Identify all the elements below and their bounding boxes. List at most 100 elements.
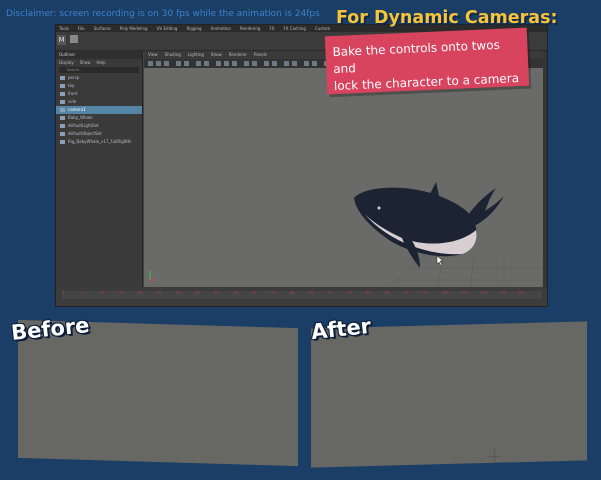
set-icon bbox=[60, 124, 65, 128]
whale-model[interactable] bbox=[354, 182, 504, 268]
menu-item[interactable]: Poly Modeling bbox=[120, 26, 148, 31]
outliner-menu: Display Show Help bbox=[56, 59, 142, 66]
viewport-menu-show[interactable]: Show bbox=[211, 51, 222, 59]
crosshair-icon bbox=[494, 449, 495, 463]
outliner-menu-display[interactable]: Display bbox=[59, 59, 74, 66]
outliner-item[interactable]: persp bbox=[56, 74, 142, 82]
outliner-panel: Outliner Display Show Help Search... per… bbox=[56, 51, 143, 287]
toolbar-icon[interactable] bbox=[196, 61, 201, 66]
outliner-item[interactable]: Rig_BabyWhale_v17_FullRigWhi bbox=[56, 138, 142, 146]
timeline-tick: 25 bbox=[157, 291, 162, 295]
outliner-item[interactable]: defaultLightSet bbox=[56, 122, 142, 130]
timeline-tick: 50 bbox=[252, 291, 257, 295]
outliner-menu-help[interactable]: Help bbox=[97, 59, 106, 66]
toolbar-icon[interactable] bbox=[224, 61, 229, 66]
timeline-tick: 115 bbox=[499, 291, 506, 295]
camera-icon bbox=[60, 108, 65, 112]
toolbar-icon[interactable] bbox=[272, 61, 277, 66]
callout-title: For Dynamic Cameras: bbox=[336, 8, 558, 28]
viewport-scene bbox=[149, 182, 544, 301]
ground-grid bbox=[373, 255, 544, 301]
toolbar-icon[interactable] bbox=[292, 61, 297, 66]
camera-icon bbox=[60, 92, 65, 96]
viewport-menu-renderer[interactable]: Renderer bbox=[229, 51, 247, 59]
after-video-panel[interactable] bbox=[311, 321, 587, 468]
toolbar-icon[interactable] bbox=[184, 61, 189, 66]
toolbar-icon[interactable] bbox=[232, 61, 237, 66]
menu-item[interactable]: UV Editing bbox=[157, 26, 178, 31]
viewport-menu-view[interactable]: View bbox=[148, 51, 158, 59]
menu-item[interactable]: Custom bbox=[315, 26, 330, 31]
maya-logo-icon: M bbox=[57, 35, 66, 45]
outliner-item[interactable]: front bbox=[56, 90, 142, 98]
timeline-tick: 95 bbox=[423, 291, 428, 295]
timeline-tick: 120 bbox=[518, 291, 525, 295]
outliner-item-label: persp bbox=[68, 75, 80, 80]
outliner-item-label: defaultObjectSet bbox=[68, 131, 102, 136]
timeline-tick: 60 bbox=[290, 291, 295, 295]
menu-item[interactable]: FX bbox=[269, 26, 274, 31]
timeline-tick: 45 bbox=[233, 291, 238, 295]
time-slider[interactable]: 0 5 10 15 20 25 30 35 40 45 50 55 60 65 … bbox=[56, 287, 547, 306]
toolbar-icon[interactable] bbox=[216, 61, 221, 66]
timeline-tick: 0 bbox=[62, 291, 65, 295]
callout-text: Bake the controls onto twos and lock the… bbox=[332, 37, 520, 94]
3d-viewport[interactable] bbox=[144, 68, 544, 301]
menu-item[interactable]: Rendering bbox=[240, 26, 260, 31]
timeline-tick: 70 bbox=[328, 291, 333, 295]
menu-item[interactable]: File bbox=[78, 26, 85, 31]
before-video-panel[interactable] bbox=[18, 319, 298, 467]
timeline-ruler[interactable]: 0 5 10 15 20 25 30 35 40 45 50 55 60 65 … bbox=[62, 291, 542, 299]
callout-box: Bake the controls onto twos and lock the… bbox=[324, 27, 530, 95]
menu-item[interactable]: FX Caching bbox=[283, 26, 305, 31]
mesh-icon bbox=[60, 116, 65, 120]
viewport-menu-lighting[interactable]: Lighting bbox=[188, 51, 204, 59]
timeline-tick: 75 bbox=[347, 291, 352, 295]
menu-item[interactable]: Rigging bbox=[186, 26, 201, 31]
toolbar-icon[interactable] bbox=[304, 61, 309, 66]
timeline-tick: 10 bbox=[100, 291, 105, 295]
outliner-item-selected[interactable]: camera1 bbox=[56, 106, 142, 114]
shelf-tool-icon[interactable] bbox=[70, 35, 78, 43]
outliner-item[interactable]: top bbox=[56, 82, 142, 90]
timeline-tick: 100 bbox=[442, 291, 449, 295]
toolbar-icon[interactable] bbox=[312, 61, 317, 66]
axis-gizmo bbox=[149, 271, 157, 281]
outliner-item-label: camera1 bbox=[68, 107, 86, 112]
outliner-item[interactable]: defaultObjectSet bbox=[56, 130, 142, 138]
outliner-title: Outliner bbox=[56, 51, 142, 59]
disclaimer-text: Disclaimer: screen recording is on 30 fp… bbox=[6, 9, 320, 19]
viewport-menu-shading[interactable]: Shading bbox=[165, 51, 181, 59]
timeline-tick: 5 bbox=[81, 291, 84, 295]
outliner-item-label: top bbox=[68, 83, 75, 88]
outliner-search-input[interactable]: Search... bbox=[59, 67, 139, 73]
set-icon bbox=[60, 132, 65, 136]
timeline-tick: 35 bbox=[195, 291, 200, 295]
timeline-tick: 65 bbox=[309, 291, 314, 295]
timeline-tick: 55 bbox=[271, 291, 276, 295]
timeline-tick: 90 bbox=[404, 291, 409, 295]
viewport-scrollbar[interactable] bbox=[543, 51, 547, 287]
toolbar-icon[interactable] bbox=[148, 61, 153, 66]
toolbar-icon[interactable] bbox=[244, 61, 249, 66]
menu-item[interactable]: Surfaces bbox=[94, 26, 111, 31]
outliner-menu-show[interactable]: Show bbox=[80, 59, 91, 66]
toolbar-icon[interactable] bbox=[176, 61, 181, 66]
toolbar-icon[interactable] bbox=[164, 61, 169, 66]
toolbar-icon[interactable] bbox=[284, 61, 289, 66]
timeline-tick: 85 bbox=[385, 291, 390, 295]
camera-icon bbox=[60, 84, 65, 88]
toolbar-icon[interactable] bbox=[156, 61, 161, 66]
camera-icon bbox=[60, 100, 65, 104]
outliner-item[interactable]: side bbox=[56, 98, 142, 106]
toolbar-icon[interactable] bbox=[204, 61, 209, 66]
menu-item[interactable]: Tools bbox=[59, 26, 69, 31]
outliner-item-label: front bbox=[68, 91, 78, 96]
timeline-tick: 20 bbox=[138, 291, 143, 295]
outliner-item[interactable]: Baby_Whale bbox=[56, 114, 142, 122]
toolbar-icon[interactable] bbox=[264, 61, 269, 66]
menu-item[interactable]: Animation bbox=[211, 26, 231, 31]
viewport-menu-panels[interactable]: Panels bbox=[254, 51, 267, 59]
toolbar-icon[interactable] bbox=[252, 61, 257, 66]
timeline-tick: 110 bbox=[480, 291, 487, 295]
